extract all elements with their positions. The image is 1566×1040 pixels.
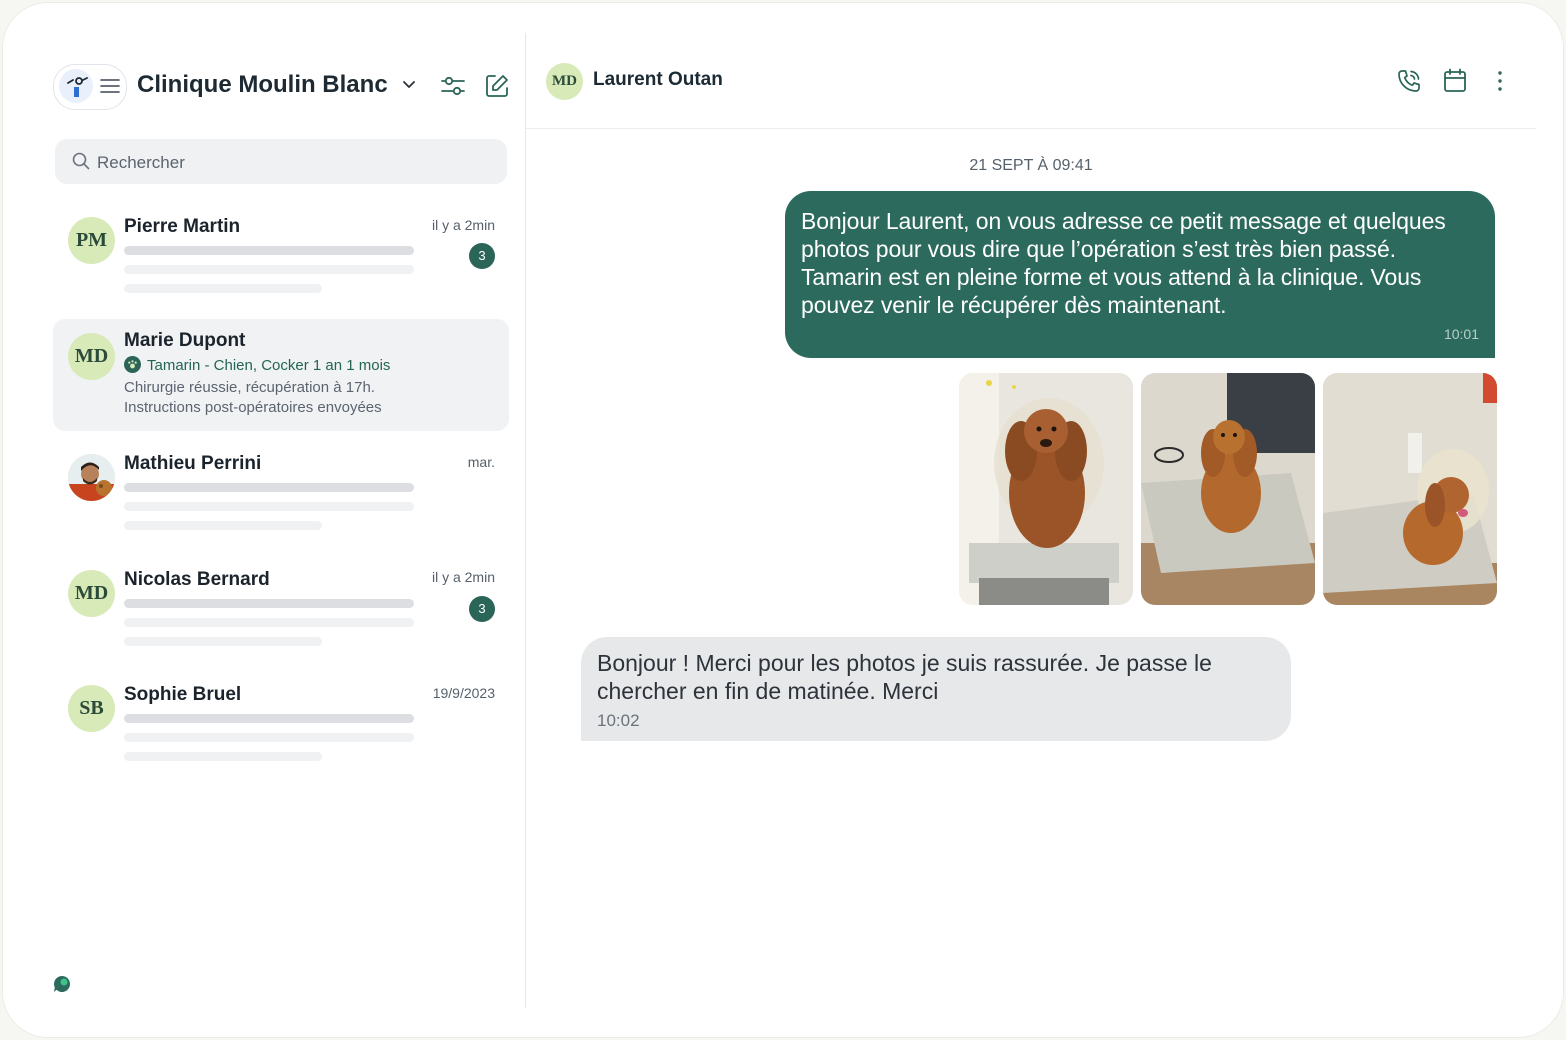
preview-placeholder	[124, 246, 414, 255]
avatar: MD	[68, 570, 115, 617]
preview-placeholder	[124, 599, 414, 608]
conversation-item-sophie-bruel[interactable]: SB Sophie Bruel 19/9/2023	[53, 674, 509, 786]
search-input[interactable]	[95, 139, 499, 186]
message-preview: Instructions post-opératoires envoyées	[124, 399, 382, 416]
dog-photo[interactable]	[1323, 373, 1497, 605]
pet-info: Tamarin - Chien, Cocker 1 an 1 mois	[124, 356, 390, 374]
conversation-sidebar: Clinique Moulin Blanc PM P	[3, 3, 525, 1037]
date-separator: 21 SEPT À 09:41	[969, 157, 1093, 174]
message-text: Bonjour Laurent, on vous adresse ce peti…	[801, 208, 1446, 318]
conversation-time: il y a 2min	[431, 217, 495, 233]
more-options-icon[interactable]	[1496, 68, 1504, 94]
contact-name: Sophie Bruel	[124, 684, 242, 705]
message-preview: Chirurgie réussie, récupération à 17h.	[124, 379, 375, 396]
preview-placeholder	[124, 521, 322, 530]
conversation-item-marie-dupont[interactable]: MD Marie Dupont Tamarin - Chien, Cocker …	[53, 319, 509, 431]
contact-name: Pierre Martin	[124, 216, 241, 237]
message-time: 10:02	[597, 711, 640, 730]
filter-sliders-icon[interactable]	[440, 74, 466, 98]
sidebar-header: Clinique Moulin Blanc	[53, 63, 513, 113]
paw-icon	[124, 356, 141, 373]
avatar: MD	[68, 333, 115, 380]
chat-header: MD Laurent Outan	[526, 3, 1536, 129]
conversation-time: 19/9/2023	[432, 685, 495, 701]
preview-placeholder	[124, 752, 322, 761]
avatar: SB	[68, 685, 115, 732]
avatar: PM	[68, 217, 115, 264]
app-window: Clinique Moulin Blanc PM P	[2, 2, 1564, 1038]
conversation-time: il y a 2min	[431, 569, 495, 585]
conversation-item-nicolas-bernard[interactable]: MD Nicolas Bernard il y a 2min 3	[53, 559, 509, 671]
unread-badge: 3	[469, 243, 495, 269]
compose-icon[interactable]	[484, 73, 510, 99]
preview-placeholder	[124, 733, 414, 742]
message-time: 10:01	[1443, 326, 1479, 342]
contact-name: Marie Dupont	[124, 330, 246, 351]
contact-name: Mathieu Perrini	[124, 453, 262, 474]
chevron-down-icon[interactable]	[402, 80, 416, 90]
clinic-menu-button[interactable]	[53, 64, 127, 110]
message-text: Bonjour ! Merci pour les photos je suis …	[597, 650, 1212, 704]
phone-icon[interactable]	[1396, 68, 1422, 94]
panel-divider	[525, 33, 526, 1008]
search-icon	[72, 152, 90, 170]
preview-placeholder	[124, 618, 414, 627]
preview-placeholder	[124, 714, 414, 723]
preview-placeholder	[124, 265, 414, 274]
contact-name[interactable]: Laurent Outan	[593, 69, 723, 91]
pet-label: Tamarin - Chien, Cocker 1 an 1 mois	[147, 357, 391, 374]
conversation-time: mar.	[467, 454, 495, 470]
conversation-item-mathieu-perrini[interactable]: Mathieu Perrini mar.	[53, 443, 509, 555]
preview-placeholder	[124, 284, 322, 293]
photo-attachments	[959, 373, 1499, 605]
preview-placeholder	[124, 637, 322, 646]
preview-placeholder	[124, 483, 414, 492]
clinic-logo	[59, 69, 93, 103]
incoming-message: Bonjour ! Merci pour les photos je suis …	[581, 637, 1291, 741]
search-bar	[55, 139, 507, 186]
chat-bubble-icon[interactable]	[53, 975, 71, 993]
dog-photo[interactable]	[1141, 373, 1315, 605]
clinic-name[interactable]: Clinique Moulin Blanc	[137, 71, 388, 99]
avatar-photo	[68, 454, 115, 501]
conversation-item-pierre-martin[interactable]: PM Pierre Martin il y a 2min 3	[53, 206, 509, 318]
outgoing-message: Bonjour Laurent, on vous adresse ce peti…	[785, 191, 1495, 358]
hamburger-menu-icon	[100, 79, 120, 93]
dog-photo[interactable]	[959, 373, 1133, 605]
contact-name: Nicolas Bernard	[124, 569, 270, 590]
contact-avatar: MD	[546, 63, 583, 100]
unread-badge: 3	[469, 596, 495, 622]
calendar-icon[interactable]	[1443, 68, 1467, 94]
preview-placeholder	[124, 502, 414, 511]
